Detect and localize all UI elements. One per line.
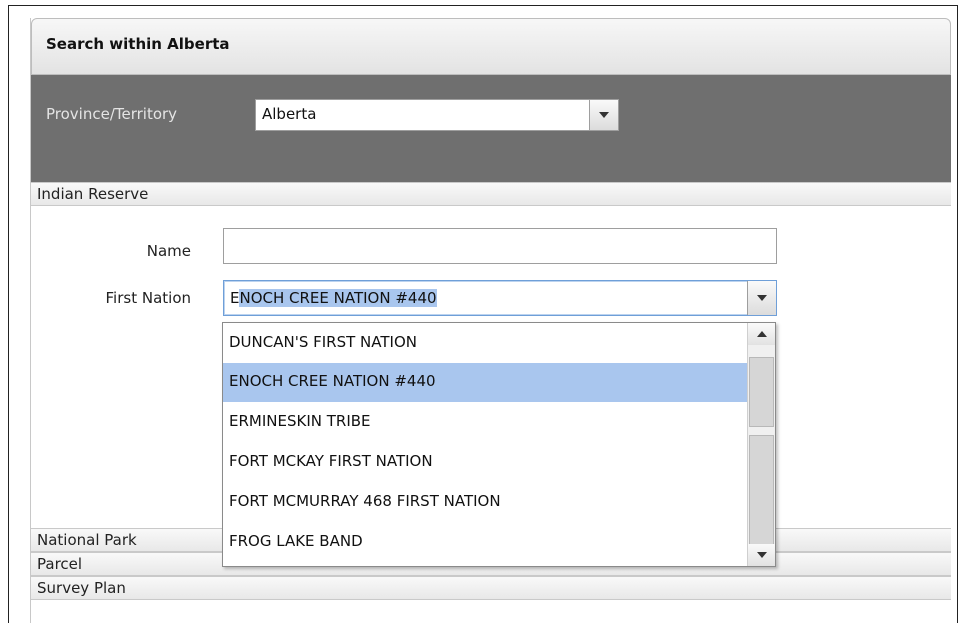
scrollbar-track-lower[interactable] (749, 435, 774, 553)
province-value: Alberta (262, 105, 317, 123)
scroll-up-icon (756, 331, 767, 337)
panel-title: Search within Alberta (46, 35, 230, 53)
first-nation-label: First Nation (105, 289, 191, 307)
name-label: Name (146, 242, 191, 260)
section-indian-reserve[interactable]: Indian Reserve (31, 182, 951, 206)
chevron-down-icon (599, 112, 609, 118)
dropdown-option[interactable]: FORT MCKAY FIRST NATION (223, 443, 747, 482)
scrollbar-thumb[interactable] (749, 357, 774, 427)
section-parcel-label: Parcel (37, 555, 83, 573)
section-survey-plan-label: Survey Plan (37, 579, 126, 597)
province-select[interactable]: Alberta (255, 99, 619, 131)
section-indian-reserve-label: Indian Reserve (37, 185, 149, 203)
first-nation-dropdown-list: DUNCAN'S FIRST NATION ENOCH CREE NATION … (222, 322, 776, 567)
scroll-down-icon (756, 552, 767, 558)
province-toolbar: Province/Territory Alberta (31, 75, 951, 182)
scroll-down-button[interactable] (748, 544, 775, 566)
first-nation-combobox[interactable]: ENOCH CREE NATION #440 (223, 280, 777, 316)
chevron-down-icon (757, 295, 767, 301)
first-nation-dropdown-button[interactable] (747, 281, 776, 315)
province-dropdown-button[interactable] (589, 100, 618, 130)
dropdown-scrollbar[interactable] (747, 323, 775, 566)
dropdown-option[interactable]: FROG LAKE BAND (223, 523, 747, 562)
panel-header: Search within Alberta (31, 18, 951, 75)
dropdown-option[interactable]: ERMINESKIN TRIBE (223, 403, 747, 442)
section-survey-plan[interactable]: Survey Plan (31, 576, 951, 600)
first-nation-value: ENOCH CREE NATION #440 (230, 289, 437, 307)
dropdown-option[interactable]: FORT MCMURRAY 468 FIRST NATION (223, 483, 747, 522)
dropdown-option-highlighted[interactable]: ENOCH CREE NATION #440 (223, 363, 747, 402)
dropdown-option[interactable]: DUNCAN'S FIRST NATION (223, 324, 747, 363)
scroll-up-button[interactable] (748, 323, 775, 345)
name-input[interactable] (223, 228, 777, 264)
section-national-park-label: National Park (37, 531, 137, 549)
first-nation-value-selected: NOCH CREE NATION #440 (239, 289, 437, 307)
province-label: Province/Territory (46, 105, 178, 123)
